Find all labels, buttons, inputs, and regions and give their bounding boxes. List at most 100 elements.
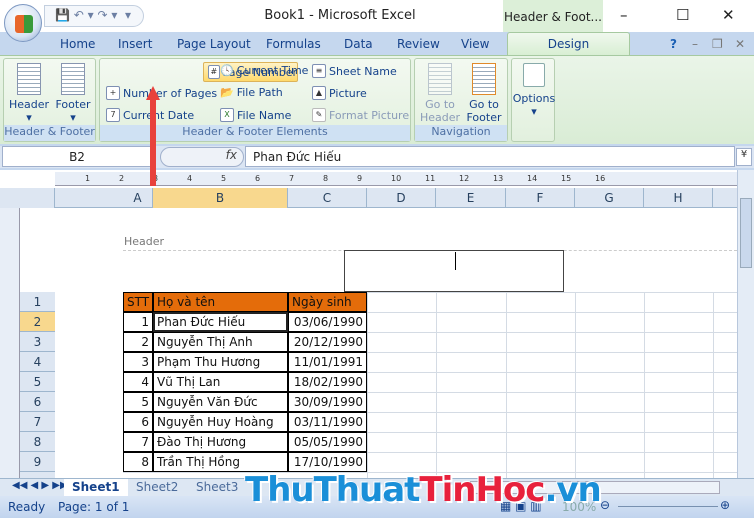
tab-view[interactable]: View — [461, 37, 489, 51]
cell[interactable]: Nguyễn Thị Anh — [153, 332, 288, 352]
watermark-part-2: TinHoc — [419, 470, 545, 510]
quick-access-toolbar[interactable]: 💾 ↶ ▾ ↷ ▾ ▾ — [44, 5, 144, 27]
column-header-F[interactable]: F — [506, 188, 575, 208]
format-picture-button[interactable]: ✎ Format Picture — [312, 108, 409, 122]
column-header-E[interactable]: E — [436, 188, 506, 208]
cell[interactable]: 20/12/1990 — [288, 332, 367, 352]
go-to-footer-label-1: Go to — [469, 98, 499, 111]
ruler-mark: 16 — [595, 174, 606, 183]
header-button[interactable]: Header ▾ — [8, 63, 50, 124]
tab-insert[interactable]: Insert — [118, 37, 152, 51]
ribbon-restore-icon[interactable]: ❐ — [712, 37, 723, 51]
row-header-1[interactable]: 1 — [20, 292, 55, 312]
ribbon-close-icon[interactable]: ✕ — [735, 37, 745, 51]
footer-button[interactable]: Footer ▾ — [52, 63, 94, 124]
file-name-button[interactable]: X File Name — [220, 108, 291, 122]
cell[interactable]: Vũ Thị Lan — [153, 372, 288, 392]
insert-function-button[interactable]: fx — [160, 147, 244, 167]
cell[interactable]: 18/02/1990 — [288, 372, 367, 392]
column-header-C[interactable]: C — [288, 188, 367, 208]
tab-page-layout[interactable]: Page Layout — [177, 37, 251, 51]
row-header-3[interactable]: 3 — [20, 332, 55, 352]
options-button[interactable]: Options ▾ — [512, 63, 556, 118]
tab-formulas[interactable]: Formulas — [266, 37, 321, 51]
gridline — [575, 292, 576, 478]
zoom-slider[interactable] — [618, 506, 718, 507]
footer-label: Footer — [55, 98, 91, 111]
cell[interactable]: 17/10/1990 — [288, 452, 367, 472]
cell[interactable]: 1 — [123, 312, 153, 332]
gridline — [713, 292, 714, 478]
cell[interactable]: STT — [123, 292, 153, 312]
center-header-input[interactable] — [344, 250, 564, 292]
zoom-out-icon[interactable]: ⊖ — [600, 498, 610, 512]
go-to-header-button[interactable]: Go to Header — [419, 63, 461, 124]
sheet-tab-1[interactable]: Sheet1 — [64, 479, 128, 496]
expand-formula-bar-icon[interactable]: ¥ — [736, 148, 752, 166]
row-headers: 123456789 — [20, 292, 55, 478]
row-header-8[interactable]: 8 — [20, 432, 55, 452]
minimize-button[interactable]: – — [620, 6, 628, 24]
column-header-A[interactable]: A — [123, 188, 153, 208]
row-header-2[interactable]: 2 — [20, 312, 55, 332]
cell[interactable]: Phan Đức Hiếu — [153, 312, 288, 332]
cell[interactable]: Đào Thị Hương — [153, 432, 288, 452]
cell[interactable]: Phạm Thu Hương — [153, 352, 288, 372]
cell[interactable]: Trần Thị Hồng — [153, 452, 288, 472]
row-header-6[interactable]: 6 — [20, 392, 55, 412]
row-header-9[interactable]: 9 — [20, 452, 55, 472]
cell[interactable]: 03/06/1990 — [288, 312, 367, 332]
zoom-in-icon[interactable]: ⊕ — [720, 498, 730, 512]
column-header-D[interactable]: D — [367, 188, 436, 208]
tab-review[interactable]: Review — [397, 37, 440, 51]
tab-data[interactable]: Data — [344, 37, 373, 51]
group-label: Navigation — [415, 125, 507, 141]
current-time-button[interactable]: 🕓 Current Time — [220, 64, 308, 77]
number-of-pages-button[interactable]: + Number of Pages — [106, 86, 217, 100]
formula-input[interactable]: Phan Đức Hiếu — [245, 146, 735, 167]
cell[interactable]: 03/11/1990 — [288, 412, 367, 432]
row-header-5[interactable]: 5 — [20, 372, 55, 392]
ribbon-minimize-icon[interactable]: – — [692, 37, 698, 51]
cell[interactable]: 8 — [123, 452, 153, 472]
name-box[interactable]: B2 — [2, 146, 152, 167]
cell[interactable]: 11/01/1991 — [288, 352, 367, 372]
sheet-tab-2[interactable]: Sheet2 — [128, 479, 186, 496]
go-to-header-label-2: Header — [419, 111, 461, 124]
cell[interactable]: 5 — [123, 392, 153, 412]
column-header-H[interactable]: H — [644, 188, 713, 208]
help-icon[interactable]: ? — [670, 37, 677, 51]
tab-home[interactable]: Home — [60, 37, 95, 51]
cell[interactable]: Ngày sinh — [288, 292, 367, 312]
vertical-scrollbar[interactable] — [737, 170, 754, 478]
cell[interactable]: 3 — [123, 352, 153, 372]
number-of-pages-icon: + — [106, 86, 120, 100]
cell[interactable]: 7 — [123, 432, 153, 452]
tab-design[interactable]: Design — [507, 32, 630, 56]
sheet-name-button[interactable]: ≡ Sheet Name — [312, 64, 397, 78]
row-header-7[interactable]: 7 — [20, 412, 55, 432]
close-button[interactable]: ✕ — [722, 6, 735, 24]
go-to-footer-button[interactable]: Go to Footer — [463, 63, 505, 124]
ribbon: Header ▾ Footer ▾ Header & Footer # Page Nu… — [0, 55, 754, 144]
file-path-button[interactable]: 📂 File Path — [220, 86, 283, 99]
cell[interactable]: Nguyễn Huy Hoàng — [153, 412, 288, 432]
cell[interactable]: 4 — [123, 372, 153, 392]
row-header-4[interactable]: 4 — [20, 352, 55, 372]
cell[interactable]: 05/05/1990 — [288, 432, 367, 452]
group-header-footer: Header ▾ Footer ▾ Header & Footer — [3, 58, 96, 142]
column-header-G[interactable]: G — [575, 188, 644, 208]
scroll-thumb[interactable] — [740, 198, 752, 268]
picture-button[interactable]: ▲ Picture — [312, 86, 367, 100]
sheet-tab-3[interactable]: Sheet3 — [188, 479, 246, 496]
cell[interactable]: Họ và tên — [153, 292, 288, 312]
cell[interactable]: 2 — [123, 332, 153, 352]
column-header-B[interactable]: B — [153, 188, 288, 208]
cell[interactable]: Nguyễn Văn Đức — [153, 392, 288, 412]
office-button[interactable] — [4, 4, 42, 42]
cell[interactable]: 6 — [123, 412, 153, 432]
cell[interactable]: 30/09/1990 — [288, 392, 367, 412]
select-all-button[interactable] — [0, 188, 55, 208]
maximize-button[interactable]: ☐ — [676, 6, 689, 24]
gridline — [367, 292, 368, 478]
